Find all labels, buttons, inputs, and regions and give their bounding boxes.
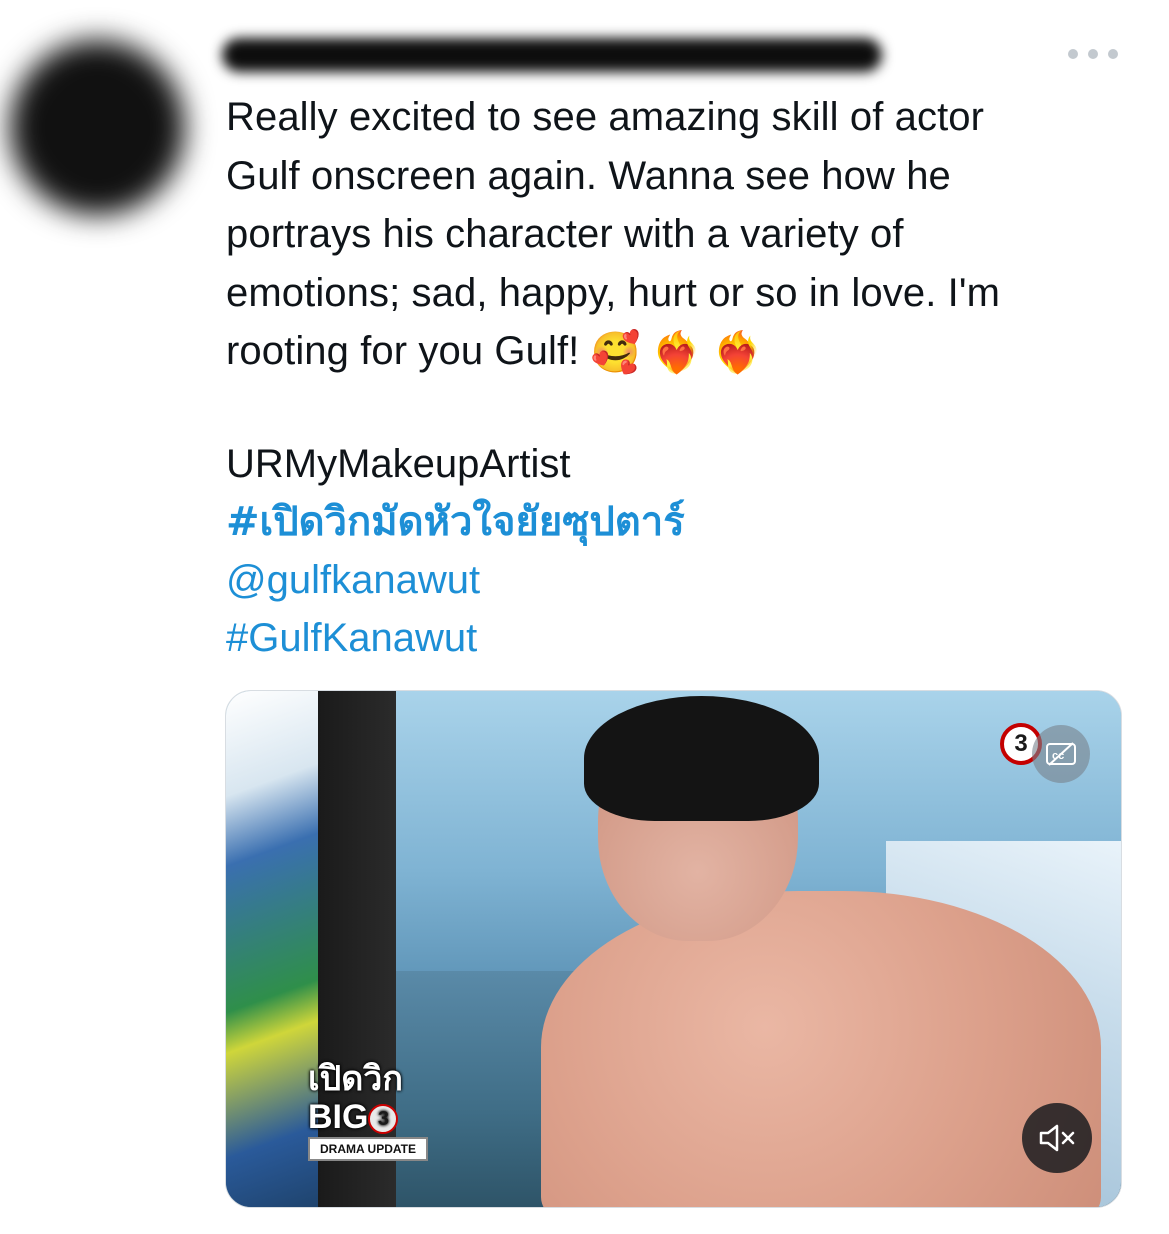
smiling-face-with-hearts-emoji: 🥰 (590, 331, 641, 376)
watermark-big-text: BIG 3 (308, 1099, 436, 1135)
volume-muted-icon[interactable] (1022, 1103, 1092, 1173)
tweet-text-line-end: rooting for you Gulf! (226, 329, 580, 373)
video-player[interactable]: 3 cc เปิดวิก BIG3 DRAMA UPDATE (225, 690, 1122, 1208)
more-dot (1108, 49, 1118, 59)
heart-on-fire-emoji: ❤️‍🔥 (651, 331, 702, 376)
hashtag-thai-link[interactable]: #เปิดวิกมัดหัวใจยัยซุปตาร์ (226, 493, 685, 551)
avatar[interactable] (10, 40, 185, 215)
username-redacted[interactable] (222, 38, 882, 72)
video-scene-person-hair (584, 696, 819, 821)
tweet-text-line: emotions; sad, happy, hurt or so in love… (226, 270, 1000, 315)
tweet-tags: URMyMakeupArtist #เปิดวิกมัดหัวใจยัยซุปต… (226, 435, 685, 667)
hashtag-link[interactable]: #GulfKanawut (226, 609, 685, 667)
tweet: Really excited to see amazing skill of a… (0, 0, 1169, 1234)
more-dot (1088, 49, 1098, 59)
closed-captions-glyph: cc (1046, 742, 1076, 766)
closed-captions-icon[interactable]: cc (1032, 725, 1090, 783)
more-icon[interactable] (1068, 40, 1118, 68)
tweet-text-line: portrays his character with a variety of (226, 212, 904, 256)
watermark-caption: DRAMA UPDATE (308, 1137, 428, 1161)
watermark-three: 3 (368, 1104, 399, 1134)
tweet-text-line: Really excited to see amazing skill of a… (226, 95, 985, 139)
big3-watermark: เปิดวิก BIG 3 DRAMA UPDATE (308, 1059, 436, 1161)
mention-link[interactable]: @gulfkanawut (226, 551, 685, 609)
heart-on-fire-emoji: ❤️‍🔥 (712, 331, 763, 376)
tweet-text-line: Gulf onscreen again. Wanna see how he (226, 153, 951, 198)
volume-muted-glyph (1039, 1124, 1075, 1152)
watermark-thai-text: เปิดวิก (308, 1059, 403, 1099)
tweet-text-line: rooting for you Gulf! 🥰 ❤️‍🔥 ❤️‍🔥 (226, 322, 1126, 383)
tweet-text: Really excited to see amazing skill of a… (226, 88, 1126, 383)
more-dot (1068, 49, 1078, 59)
video-scene-person-body (541, 891, 1101, 1207)
plain-tag: URMyMakeupArtist (226, 442, 571, 486)
watermark-big: BIG (308, 1098, 369, 1136)
